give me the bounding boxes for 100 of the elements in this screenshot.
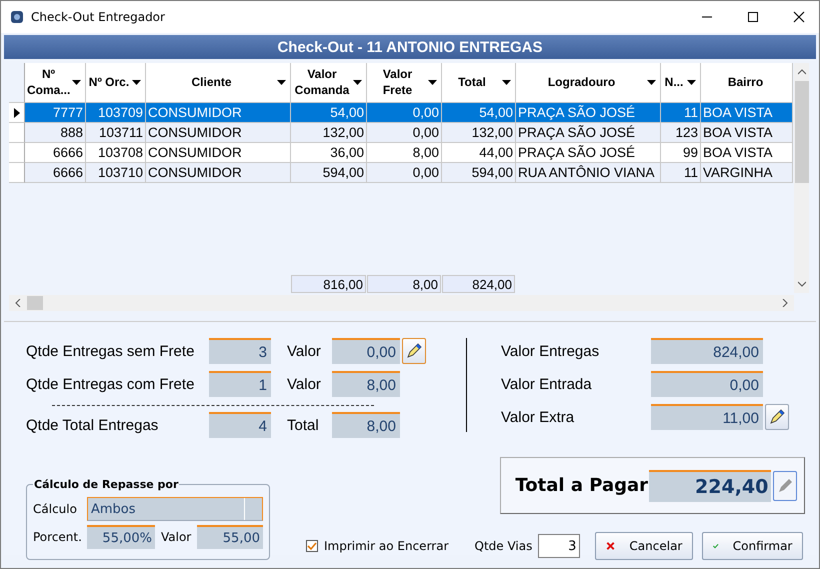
app-icon bbox=[10, 10, 24, 24]
scroll-down-icon[interactable] bbox=[798, 281, 806, 287]
column-title: Valor Frete bbox=[382, 66, 414, 98]
column-title: Valor Comanda bbox=[294, 66, 350, 98]
column-title: Cliente bbox=[190, 74, 232, 90]
total-cell: 8,00 bbox=[367, 275, 441, 293]
table-cell: 103711 bbox=[86, 123, 146, 143]
value-field: 8,00 bbox=[332, 412, 400, 438]
column-title: Nº Orc. bbox=[88, 74, 130, 90]
field-label: Valor Entrada bbox=[501, 376, 593, 392]
table-cell: CONSUMIDOR bbox=[146, 103, 291, 123]
close-icon[interactable] bbox=[793, 11, 805, 23]
action-button[interactable]: Cancelar bbox=[595, 532, 694, 560]
table-cell: 54,00 bbox=[291, 103, 367, 123]
horizontal-scrollbar[interactable] bbox=[9, 295, 794, 311]
dropdown-caret-icon[interactable] bbox=[428, 80, 437, 85]
calculation-dropdown[interactable]: Ambos bbox=[87, 497, 263, 521]
row-indicator-cell[interactable] bbox=[9, 103, 25, 123]
maximize-icon[interactable] bbox=[747, 11, 759, 23]
field-label: Qtde Entregas com Frete bbox=[26, 376, 196, 392]
count-field: 4 bbox=[209, 412, 271, 438]
count-field: 1 bbox=[209, 371, 271, 397]
window-title: Check-Out Entregador bbox=[31, 10, 165, 24]
column-title: Logradouro bbox=[546, 74, 616, 90]
dropdown-caret-icon[interactable] bbox=[353, 80, 362, 85]
table-cell: CONSUMIDOR bbox=[146, 163, 291, 183]
table-cell: CONSUMIDOR bbox=[146, 123, 291, 143]
dropdown-caret-icon[interactable] bbox=[687, 80, 696, 85]
table-cell: 7777 bbox=[25, 103, 86, 123]
field-label: Valor Entregas bbox=[501, 342, 600, 360]
value-field: 0,00 bbox=[332, 338, 400, 364]
checkbox-label: Imprimir ao Encerrar bbox=[324, 539, 449, 553]
field-label: Total bbox=[287, 416, 320, 434]
total-cell: 824,00 bbox=[442, 275, 515, 293]
table-cell: 132,00 bbox=[442, 123, 516, 143]
total-field: 224,40 bbox=[649, 470, 772, 502]
table-cell: 54,00 bbox=[442, 103, 516, 123]
total-label: Total a Pagar bbox=[515, 475, 649, 496]
field-label: Valor bbox=[287, 376, 322, 392]
pencil-icon bbox=[405, 342, 423, 360]
row-indicator-cell[interactable] bbox=[9, 123, 25, 143]
row-indicator-cell[interactable] bbox=[9, 163, 25, 183]
dropdown-caret-icon[interactable] bbox=[502, 80, 511, 85]
column-title: Total bbox=[457, 74, 487, 90]
field-label: Valor bbox=[287, 342, 322, 360]
table-cell: 103709 bbox=[86, 103, 146, 123]
dropdown-caret-icon[interactable] bbox=[72, 80, 81, 85]
value-field: 11,00 bbox=[651, 404, 763, 430]
dropdown-caret-icon[interactable] bbox=[277, 80, 286, 85]
pencil-icon bbox=[768, 408, 786, 426]
total-cell: 816,00 bbox=[291, 275, 366, 293]
row-indicator-cell[interactable] bbox=[9, 143, 25, 163]
field-label: Qtde Total Entregas bbox=[26, 416, 160, 434]
checkmark-icon bbox=[307, 541, 317, 551]
dropdown-caret-icon[interactable] bbox=[647, 80, 656, 85]
value-field: 0,00 bbox=[651, 371, 763, 397]
table-cell: 11 bbox=[661, 163, 701, 183]
field-label: Valor Extra bbox=[501, 408, 576, 426]
table-cell: RUA ANTÔNIO VIANA bbox=[516, 163, 661, 183]
table-cell: 0,00 bbox=[367, 123, 442, 143]
scroll-thumb[interactable] bbox=[27, 296, 43, 310]
header-title: Check-Out - 11 ANTONIO ENTREGAS bbox=[277, 38, 543, 56]
count-field: 3 bbox=[209, 338, 271, 364]
table-cell: PRAÇA SÃO JOSÉ bbox=[516, 103, 661, 123]
row-pointer-icon bbox=[14, 108, 20, 118]
field-label: Qtde Entregas sem Frete bbox=[26, 342, 196, 360]
table-cell: 594,00 bbox=[442, 163, 516, 183]
value-field: 55,00 bbox=[197, 525, 263, 549]
scroll-left-icon[interactable] bbox=[15, 299, 21, 307]
action-button[interactable]: Confirmar bbox=[702, 532, 804, 560]
field-label: Porcent. bbox=[33, 530, 83, 544]
table-cell: 888 bbox=[25, 123, 86, 143]
value-field: 8,00 bbox=[332, 371, 400, 397]
table-cell: 123 bbox=[661, 123, 701, 143]
table-cell: 594,00 bbox=[291, 163, 367, 183]
field-label: Qtde Vias bbox=[474, 539, 532, 553]
scroll-up-icon[interactable] bbox=[798, 69, 806, 75]
value-field: 824,00 bbox=[651, 338, 763, 364]
field-label: Cálculo bbox=[33, 502, 78, 516]
table-cell: 132,00 bbox=[291, 123, 367, 143]
table-cell: 0,00 bbox=[367, 163, 442, 183]
field-label: Valor bbox=[161, 530, 192, 544]
scroll-right-icon[interactable] bbox=[782, 299, 788, 307]
edit-button[interactable] bbox=[765, 404, 789, 430]
table-cell: PRAÇA SÃO JOSÉ bbox=[516, 123, 661, 143]
column-title: Bairro bbox=[726, 74, 764, 90]
dropdown-caret-icon[interactable] bbox=[132, 80, 141, 85]
group-title: Cálculo de Repasse por bbox=[33, 478, 180, 491]
checkbox[interactable] bbox=[306, 540, 318, 552]
table-cell: 103710 bbox=[86, 163, 146, 183]
table-cell: VARGINHA bbox=[701, 163, 793, 183]
table-cell: BOA VISTA bbox=[701, 123, 793, 143]
table-cell: 6666 bbox=[25, 163, 86, 183]
copies-input[interactable]: 3 bbox=[538, 534, 580, 558]
column-title: Nº Coma... bbox=[27, 66, 70, 98]
column-title: N... bbox=[664, 74, 684, 90]
edit-button[interactable] bbox=[402, 338, 426, 364]
scroll-thumb[interactable] bbox=[794, 81, 808, 183]
pencil-icon bbox=[776, 476, 794, 494]
vertical-scrollbar[interactable] bbox=[794, 63, 809, 293]
